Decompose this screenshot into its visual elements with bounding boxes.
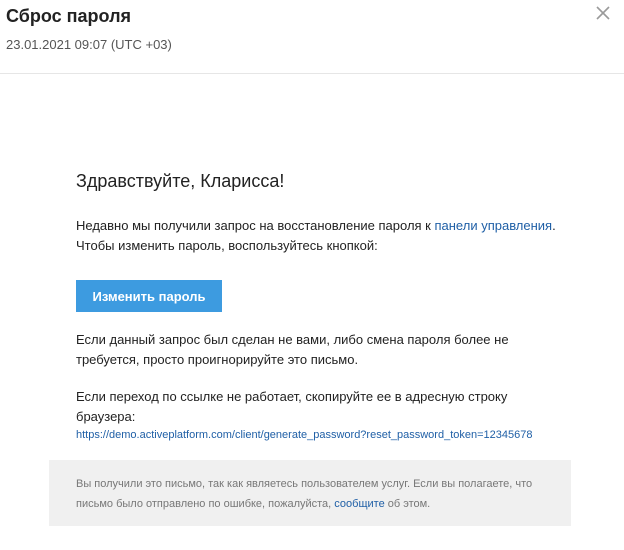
change-password-button[interactable]: Изменить пароль (76, 280, 222, 312)
email-dialog: Сброс пароля 23.01.2021 09:07 (UTC +03) … (0, 0, 624, 550)
reset-password-url-link[interactable]: https://demo.activeplatform.com/client/g… (76, 428, 532, 442)
dialog-title: Сброс пароля (6, 6, 132, 26)
email-paragraph-copy-link: Если переход по ссылке не работает, скоп… (76, 389, 508, 424)
email-paragraph-request: Недавно мы получили запрос на восстановл… (76, 216, 556, 256)
email-paragraph-ignore: Если данный запрос был сделан не вами, л… (76, 332, 509, 367)
close-button[interactable] (594, 4, 614, 24)
email-footer: Вы получили это письмо, так как являетес… (49, 460, 571, 526)
email-greeting: Здравствуйте, Кларисса! (76, 171, 285, 191)
footer-text-end: об этом. (384, 498, 431, 510)
control-panel-link[interactable]: панели управления (434, 218, 552, 233)
footer-text: Вы получили это письмо, так как являетес… (76, 474, 546, 514)
request-text-start: Недавно мы получили запрос на восстановл… (76, 218, 435, 233)
report-link[interactable]: сообщите (334, 498, 384, 510)
dialog-header: Сброс пароля 23.01.2021 09:07 (UTC +03) (0, 0, 624, 74)
email-timestamp: 23.01.2021 09:07 (UTC +03) (6, 37, 172, 52)
footer-text-start: Вы получили это письмо, так как являетес… (76, 478, 533, 510)
close-icon (596, 6, 610, 20)
email-body: Здравствуйте, Кларисса! Недавно мы получ… (76, 170, 556, 441)
